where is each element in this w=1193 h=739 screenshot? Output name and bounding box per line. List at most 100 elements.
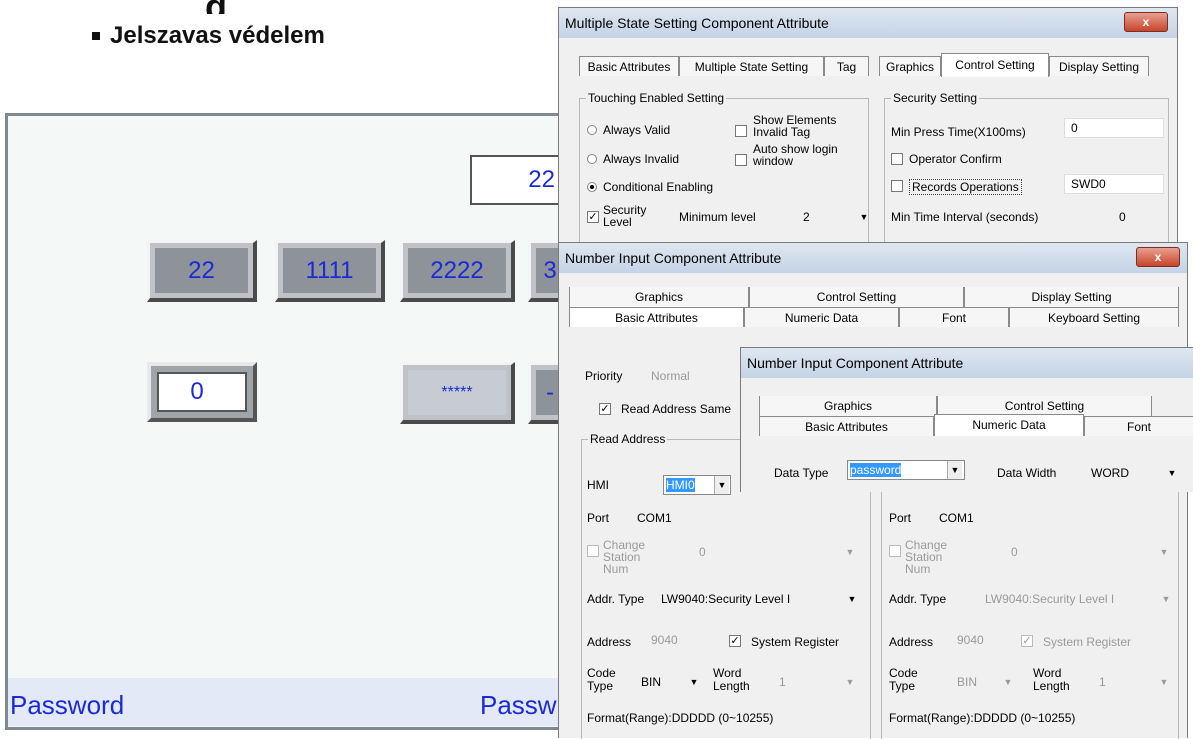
system-register-checkbox-2[interactable]: ✓	[1021, 635, 1033, 647]
group-label: Touching Enabled Setting	[586, 91, 727, 105]
minimum-level-value[interactable]: 2	[803, 210, 810, 224]
password-mask: *****	[408, 370, 506, 415]
min-press-input[interactable]: 0	[1064, 118, 1164, 138]
records-operations-checkbox[interactable]	[891, 180, 903, 192]
chevron-down-icon[interactable]: ▼	[947, 461, 962, 479]
change-station-checkbox-2[interactable]	[889, 545, 901, 557]
code-type-value-2[interactable]: BIN	[957, 675, 977, 689]
word-length-label-2: Word Length	[1033, 666, 1070, 693]
station-value-2[interactable]: 0	[1011, 545, 1018, 559]
chevron-down-icon[interactable]: ▼	[1165, 464, 1179, 482]
code-type-label-2: Code Type	[889, 666, 918, 693]
number-input-frame[interactable]: 0	[147, 362, 257, 422]
always-invalid-radio[interactable]	[587, 154, 597, 164]
read-address-same-checkbox[interactable]: ✓	[599, 403, 611, 415]
tab-graphics[interactable]: Graphics	[759, 396, 937, 416]
chevron-down-icon[interactable]: ▼	[857, 208, 871, 226]
dialog-title: Number Input Component Attribute	[741, 348, 1193, 378]
code-type-value[interactable]: BIN	[641, 675, 661, 689]
tab-font[interactable]: Font	[899, 307, 1009, 327]
tab-basic-attributes[interactable]: Basic Attributes	[579, 56, 679, 76]
system-register-label: System Register	[751, 635, 840, 649]
address-label: Address	[587, 635, 632, 649]
chevron-down-icon[interactable]: ▼	[843, 543, 857, 561]
port-value-2: COM1	[939, 511, 974, 525]
show-elements-label: Show Elements Invalid Tag	[753, 113, 837, 139]
format-range: Format(Range):DDDDD (0~10255)	[587, 711, 774, 725]
chevron-down-icon[interactable]: ▼	[687, 673, 701, 691]
conditional-enabling-radio[interactable]	[587, 182, 597, 192]
change-station-label: Change Station Num	[603, 538, 646, 576]
tab-control-setting[interactable]: Control Setting	[749, 287, 964, 307]
chevron-down-icon[interactable]: ▼	[1157, 673, 1171, 691]
tab-tag[interactable]: Tag	[824, 56, 869, 76]
level-1111-button[interactable]: 1111	[275, 240, 385, 302]
data-type-value: password	[850, 463, 902, 477]
dialog-title: Number Input Component Attribute	[559, 243, 1187, 273]
word-length-value-2[interactable]: 1	[1099, 675, 1106, 689]
word-length-label: Word Length	[713, 666, 750, 693]
chevron-down-icon[interactable]: ▼	[845, 590, 859, 608]
port-value: COM1	[637, 511, 672, 525]
close-icon[interactable]: x	[1124, 12, 1168, 32]
tab-keyboard-setting[interactable]: Keyboard Setting	[1009, 307, 1179, 327]
tab-control-setting[interactable]: Control Setting	[937, 396, 1152, 416]
minimum-level-label: Minimum level	[679, 210, 756, 224]
addr-type-label: Addr. Type	[587, 592, 645, 606]
level-1111-label: 1111	[283, 248, 376, 293]
priority-label: Priority	[585, 369, 623, 383]
records-operations-input[interactable]: SWD0	[1064, 174, 1164, 194]
always-valid-label: Always Valid	[603, 123, 671, 137]
system-register-label-2: System Register	[1043, 635, 1132, 649]
password-input-button[interactable]: *****	[400, 362, 515, 424]
tab-basic-attributes[interactable]: Basic Attributes	[759, 416, 934, 436]
tab-font[interactable]: Font	[1084, 416, 1193, 436]
data-type-label: Data Type	[774, 466, 829, 480]
level-22-button[interactable]: 22	[147, 240, 257, 302]
tab-graphics[interactable]: Graphics	[879, 56, 941, 76]
min-interval-label: Min Time Interval (seconds)	[891, 210, 1039, 224]
tab-graphics[interactable]: Graphics	[569, 287, 749, 307]
data-width-label: Data Width	[997, 466, 1057, 480]
change-station-checkbox[interactable]	[587, 545, 599, 557]
footer-password-right: Passw	[480, 690, 557, 720]
conditional-enabling-label: Conditional Enabling	[603, 180, 714, 194]
addr-type-value-2[interactable]: LW9040:Security Level I	[985, 592, 1114, 606]
chevron-down-icon[interactable]: ▼	[1001, 673, 1015, 691]
auto-show-checkbox[interactable]	[735, 154, 747, 166]
dialog-title: Multiple State Setting Component Attribu…	[559, 8, 1177, 38]
numeric-data-dialog: Number Input Component Attribute Graphic…	[740, 347, 1193, 492]
tab-display-setting[interactable]: Display Setting	[964, 287, 1179, 307]
tab-numeric-data[interactable]: Numeric Data	[744, 307, 899, 327]
tab-multiple-state[interactable]: Multiple State Setting	[679, 56, 824, 76]
chevron-down-icon[interactable]: ▼	[1159, 590, 1173, 608]
tab-numeric-data[interactable]: Numeric Data	[934, 414, 1084, 436]
hmi-select-value: HMI0	[666, 478, 695, 492]
system-register-checkbox[interactable]: ✓	[729, 635, 741, 647]
always-valid-radio[interactable]	[587, 125, 597, 135]
address-value-2[interactable]: 9040	[957, 633, 984, 647]
port-label: Port	[587, 511, 610, 525]
address-value[interactable]: 9040	[651, 633, 678, 647]
format-range-2: Format(Range):DDDDD (0~10255)	[889, 711, 1076, 725]
chevron-down-icon[interactable]: ▼	[843, 673, 857, 691]
show-elements-checkbox[interactable]	[735, 125, 747, 137]
addr-type-label-2: Addr. Type	[889, 592, 947, 606]
number-input-value[interactable]: 0	[157, 372, 247, 412]
data-width-value[interactable]: WORD	[1091, 466, 1129, 480]
word-length-value[interactable]: 1	[779, 675, 786, 689]
tab-display-setting[interactable]: Display Setting	[1049, 56, 1149, 76]
tab-basic-attributes[interactable]: Basic Attributes	[569, 307, 744, 327]
operator-confirm-checkbox[interactable]	[891, 153, 903, 165]
chevron-down-icon[interactable]: ▼	[714, 476, 729, 494]
bullet-icon	[92, 32, 100, 40]
tab-control-setting[interactable]: Control Setting	[941, 53, 1049, 77]
chevron-down-icon[interactable]: ▼	[1157, 543, 1171, 561]
priority-value[interactable]: Normal	[651, 369, 690, 383]
level-2222-button[interactable]: 2222	[400, 240, 515, 302]
security-level-checkbox[interactable]: ✓	[587, 211, 599, 223]
station-value[interactable]: 0	[699, 545, 706, 559]
close-icon[interactable]: x	[1136, 247, 1180, 267]
addr-type-value[interactable]: LW9040:Security Level I	[661, 592, 790, 606]
min-interval-value[interactable]: 0	[1119, 210, 1126, 224]
